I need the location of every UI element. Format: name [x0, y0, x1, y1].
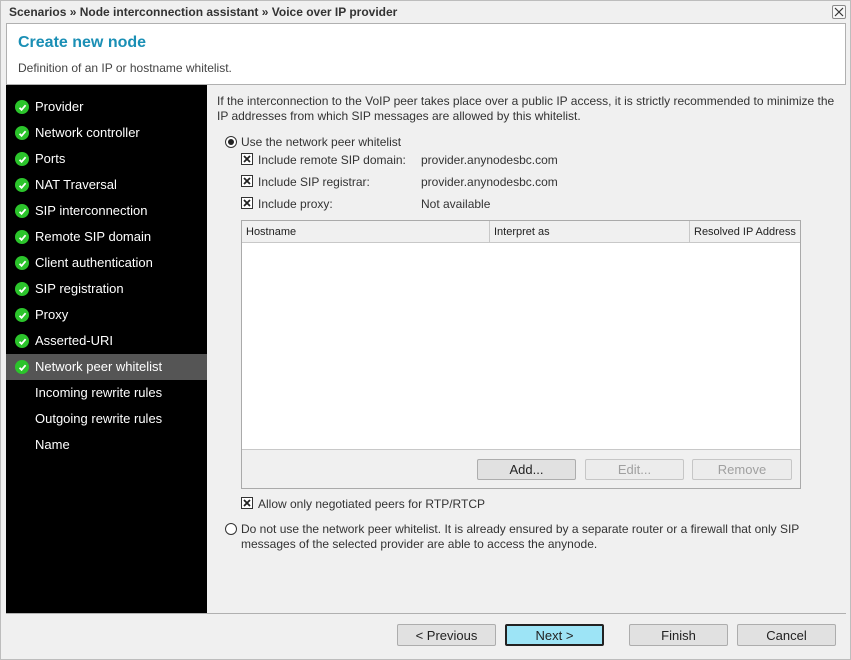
allow-negotiated-peers-label: Allow only negotiated peers for RTP/RTCP [258, 497, 485, 511]
sidebar-item-label: Ports [35, 151, 66, 166]
include-remote-sip-domain-label: Include remote SIP domain: [258, 153, 406, 167]
sidebar-item-incoming-rewrite-rules[interactable]: Incoming rewrite rules [6, 380, 207, 406]
page-title: Create new node [18, 34, 147, 51]
check-circle-icon [15, 204, 29, 218]
sidebar-item-asserted-uri[interactable]: Asserted-URI [6, 328, 207, 354]
wizard-steps-sidebar: Provider Network controller Ports NAT Trave… [6, 85, 207, 613]
check-x-icon [243, 155, 251, 163]
sidebar-item-label: Name [35, 437, 70, 452]
sidebar-item-provider[interactable]: Provider [6, 94, 207, 120]
allow-negotiated-peers-checkbox[interactable] [241, 497, 253, 509]
check-x-icon [243, 499, 251, 507]
sidebar-item-label: Provider [35, 99, 84, 114]
sidebar-item-label: SIP interconnection [35, 203, 148, 218]
check-circle-icon [15, 256, 29, 270]
sidebar-item-label: Outgoing rewrite rules [35, 411, 163, 426]
column-header-interpret-as[interactable]: Interpret as [490, 221, 690, 243]
sidebar-item-network-peer-whitelist[interactable]: Network peer whitelist [6, 354, 207, 380]
column-header-hostname[interactable]: Hostname [242, 221, 490, 243]
check-circle-icon [15, 178, 29, 192]
sidebar-item-sip-registration[interactable]: SIP registration [6, 276, 207, 302]
sidebar-item-nat-traversal[interactable]: NAT Traversal [6, 172, 207, 198]
sidebar-item-label: Remote SIP domain [35, 229, 152, 244]
check-circle-icon [15, 334, 29, 348]
title-bar: Scenarios » Node interconnection assista… [1, 1, 850, 23]
check-circle-icon [15, 152, 29, 166]
no-whitelist-label: Do not use the network peer whitelist. I… [241, 522, 800, 551]
no-whitelist-radio[interactable] [225, 523, 237, 535]
sidebar-item-label: Network peer whitelist [35, 359, 163, 374]
sidebar-item-label: Incoming rewrite rules [35, 385, 163, 400]
include-sip-registrar-label: Include SIP registrar: [258, 175, 370, 189]
check-x-icon [243, 177, 251, 185]
close-button[interactable] [832, 5, 846, 19]
sidebar-item-label: NAT Traversal [35, 177, 117, 192]
wizard-header: Create new node Definition of an IP or h… [6, 23, 846, 85]
table-body[interactable] [242, 243, 800, 450]
sidebar-item-name[interactable]: Name [6, 432, 207, 458]
sidebar-item-label: Client authentication [35, 255, 153, 270]
previous-button[interactable]: < Previous [397, 624, 496, 646]
include-sip-registrar-checkbox[interactable] [241, 175, 253, 187]
check-circle-icon [15, 308, 29, 322]
check-circle-icon [15, 230, 29, 244]
sidebar-item-outgoing-rewrite-rules[interactable]: Outgoing rewrite rules [6, 406, 207, 432]
wizard-footer: < Previous Next > Finish Cancel [6, 613, 846, 655]
next-button[interactable]: Next > [505, 624, 604, 646]
table-header: Hostname Interpret as Resolved IP Addres… [242, 221, 800, 243]
include-proxy-label: Include proxy: [258, 197, 333, 211]
whitelist-table: Hostname Interpret as Resolved IP Addres… [241, 220, 801, 489]
intro-text: If the interconnection to the VoIP peer … [217, 94, 835, 123]
sidebar-item-ports[interactable]: Ports [6, 146, 207, 172]
use-whitelist-radio[interactable] [225, 136, 237, 148]
column-header-resolved-ip[interactable]: Resolved IP Address [690, 221, 800, 243]
check-x-icon [243, 199, 251, 207]
check-circle-icon [15, 100, 29, 114]
check-circle-icon [15, 282, 29, 296]
sidebar-item-label: SIP registration [35, 281, 124, 296]
include-remote-sip-domain-checkbox[interactable] [241, 153, 253, 165]
sidebar-item-client-authentication[interactable]: Client authentication [6, 250, 207, 276]
check-circle-icon [15, 360, 29, 374]
edit-button[interactable]: Edit... [585, 459, 684, 480]
sidebar-item-network-controller[interactable]: Network controller [6, 120, 207, 146]
remote-sip-domain-value: provider.anynodesbc.com [421, 153, 558, 167]
use-whitelist-label: Use the network peer whitelist [241, 135, 402, 149]
sidebar-item-label: Asserted-URI [35, 333, 114, 348]
sidebar-item-sip-interconnection[interactable]: SIP interconnection [6, 198, 207, 224]
breadcrumb: Scenarios » Node interconnection assista… [9, 5, 398, 19]
sidebar-item-label: Proxy [35, 307, 69, 322]
add-button[interactable]: Add... [477, 459, 576, 480]
sidebar-item-label: Network controller [35, 125, 140, 140]
check-circle-icon [15, 126, 29, 140]
sidebar-item-remote-sip-domain[interactable]: Remote SIP domain [6, 224, 207, 250]
include-proxy-checkbox[interactable] [241, 197, 253, 209]
sip-registrar-value: provider.anynodesbc.com [421, 175, 558, 189]
content-panel: If the interconnection to the VoIP peer … [207, 85, 846, 613]
finish-button[interactable]: Finish [629, 624, 728, 646]
proxy-value: Not available [421, 197, 491, 211]
remove-button[interactable]: Remove [692, 459, 792, 480]
close-icon [834, 7, 844, 17]
cancel-button[interactable]: Cancel [737, 624, 836, 646]
page-subtitle: Definition of an IP or hostname whitelis… [18, 61, 232, 75]
sidebar-item-proxy[interactable]: Proxy [6, 302, 207, 328]
dialog-window: Scenarios » Node interconnection assista… [0, 0, 851, 660]
